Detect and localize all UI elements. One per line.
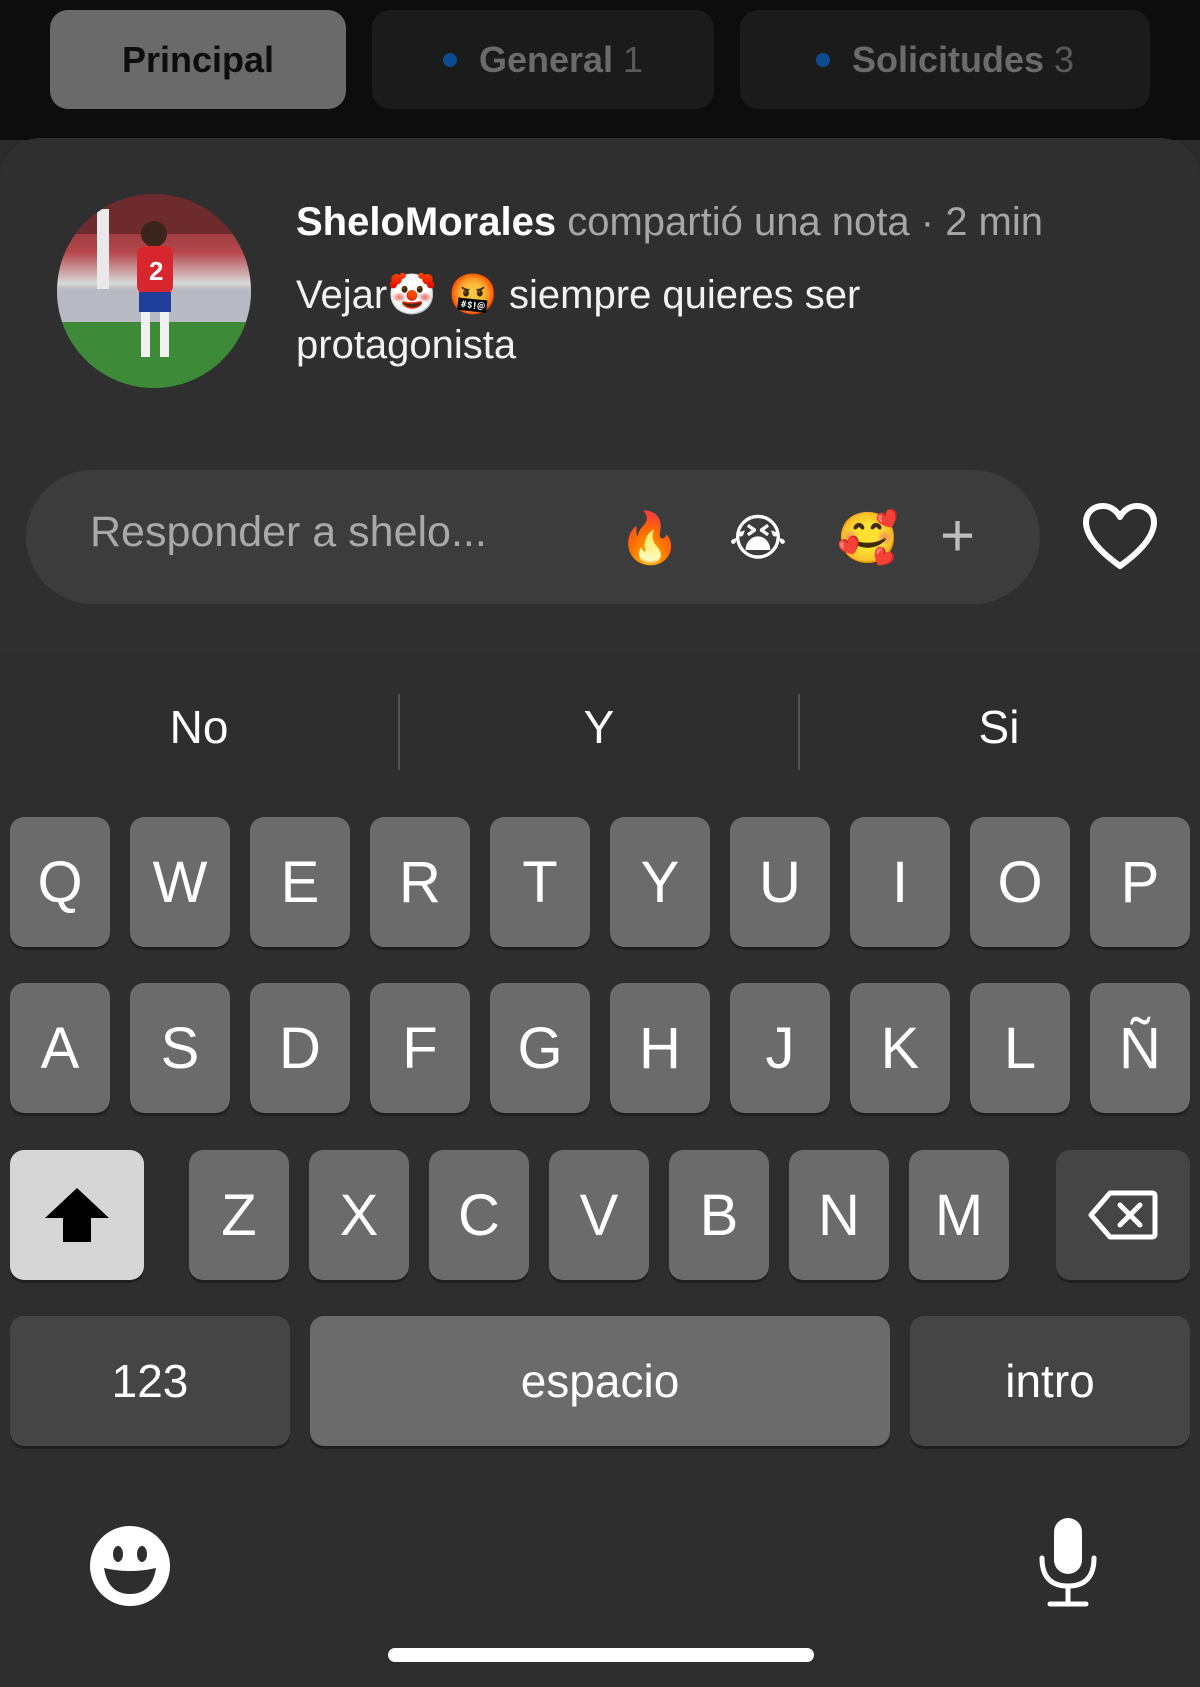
suggestion-3[interactable]: Si (800, 700, 1198, 754)
key-m[interactable]: M (909, 1150, 1009, 1280)
note-text-rest: siempre quieres ser (509, 273, 861, 317)
shift-arrow-icon (45, 1188, 109, 1242)
key-enye[interactable]: Ñ (1090, 983, 1190, 1113)
key-j[interactable]: J (730, 983, 830, 1113)
tab-label: Solicitudes (851, 38, 1044, 80)
crying-reaction-icon[interactable]: 😭 (720, 500, 796, 576)
heart-outline-icon[interactable] (1082, 502, 1158, 572)
key-z[interactable]: Z (189, 1150, 289, 1280)
key-d[interactable]: D (250, 983, 350, 1113)
key-g[interactable]: G (490, 983, 590, 1113)
key-v[interactable]: V (549, 1150, 649, 1280)
inbox-tab-bar: Principal General 1 Solicitudes 3 (0, 0, 1200, 140)
microphone-icon[interactable] (1036, 1516, 1100, 1608)
reply-input-placeholder[interactable]: Responder a shelo... (90, 508, 487, 557)
clown-emoji-icon: 🤡 (387, 272, 437, 318)
cursing-face-emoji-icon: 🤬 (448, 272, 498, 318)
avatar-photo: 2 (57, 194, 251, 388)
key-n[interactable]: N (789, 1150, 889, 1280)
svg-text:2: 2 (149, 256, 163, 286)
hearts-face-reaction-icon[interactable]: 🥰 (830, 500, 906, 576)
shift-key[interactable] (10, 1150, 144, 1280)
key-k[interactable]: K (850, 983, 950, 1113)
key-a[interactable]: A (10, 983, 110, 1113)
key-i[interactable]: I (850, 817, 950, 947)
key-o[interactable]: O (970, 817, 1070, 947)
fire-reaction-icon[interactable]: 🔥 (612, 500, 688, 576)
key-x[interactable]: X (309, 1150, 409, 1280)
key-r[interactable]: R (370, 817, 470, 947)
tab-count: 3 (1054, 38, 1075, 80)
key-l[interactable]: L (970, 983, 1070, 1113)
key-y[interactable]: Y (610, 817, 710, 947)
suggestion-2[interactable]: Y (400, 700, 798, 754)
emoji-face-icon[interactable] (88, 1524, 172, 1608)
tab-label: Principal (121, 38, 275, 80)
avatar[interactable]: 2 (57, 194, 251, 388)
key-c[interactable]: C (429, 1150, 529, 1280)
unread-dot-icon (442, 52, 457, 67)
key-e[interactable]: E (250, 817, 350, 947)
key-h[interactable]: H (610, 983, 710, 1113)
key-s[interactable]: S (130, 983, 230, 1113)
tab-general[interactable]: General 1 (372, 10, 714, 109)
note-header: SheloMorales compartió una nota · 2 min (296, 200, 1043, 245)
key-t[interactable]: T (490, 817, 590, 947)
numbers-key[interactable]: 123 (10, 1316, 290, 1446)
note-text-line2: protagonista (296, 323, 517, 367)
tab-principal[interactable]: Principal (50, 10, 346, 109)
suggestion-1[interactable]: No (0, 700, 398, 754)
key-u[interactable]: U (730, 817, 830, 947)
backspace-key[interactable] (1056, 1150, 1190, 1280)
key-q[interactable]: Q (10, 817, 110, 947)
note-username[interactable]: SheloMorales (296, 200, 556, 244)
key-f[interactable]: F (370, 983, 470, 1113)
note-meta: compartió una nota · 2 min (567, 200, 1044, 244)
return-key[interactable]: intro (910, 1316, 1190, 1446)
note-text: Vejar🤡 🤬 siempre quieres ser protagonist… (296, 270, 1016, 370)
tab-count: 1 (623, 38, 644, 80)
key-b[interactable]: B (669, 1150, 769, 1280)
backspace-icon (1088, 1190, 1158, 1240)
note-text-prefix: Vejar (296, 273, 388, 317)
home-indicator (388, 1648, 814, 1662)
tab-solicitudes[interactable]: Solicitudes 3 (740, 10, 1150, 109)
add-reaction-icon[interactable]: + (940, 500, 975, 572)
key-p[interactable]: P (1090, 817, 1190, 947)
tab-label: General (478, 38, 614, 80)
key-w[interactable]: W (130, 817, 230, 947)
unread-dot-icon (815, 52, 830, 67)
space-key[interactable]: espacio (310, 1316, 890, 1446)
